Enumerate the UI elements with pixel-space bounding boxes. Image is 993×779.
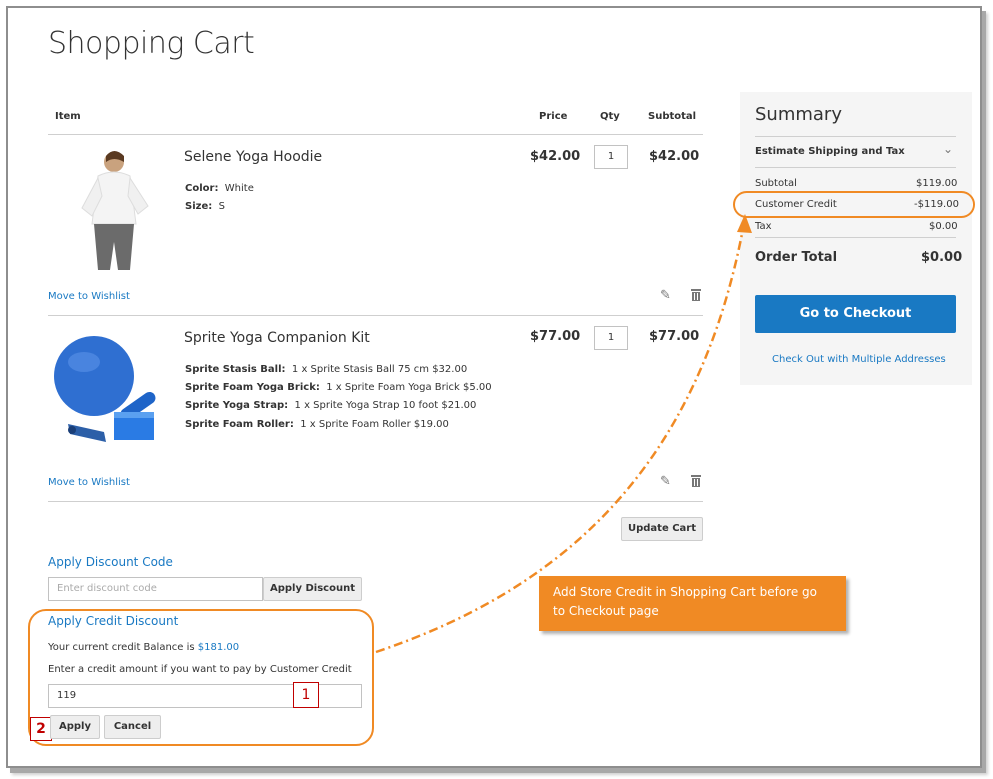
annotation-arrow [375, 214, 752, 654]
